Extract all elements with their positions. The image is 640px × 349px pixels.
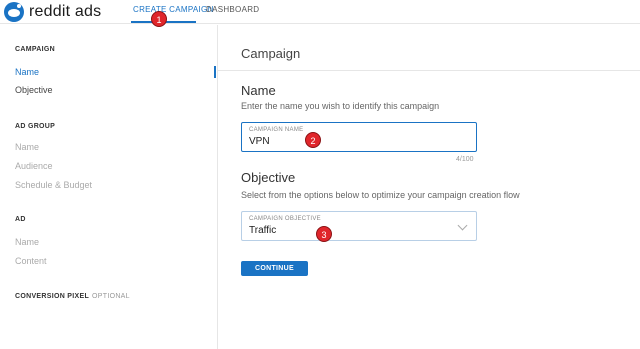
conversion-pixel-label: CONVERSION PIXEL xyxy=(15,293,90,300)
sidebar-item-schedule-budget[interactable]: Schedule & Budget xyxy=(15,180,92,190)
reddit-alien-icon xyxy=(4,2,24,22)
sidebar-item-campaign-name[interactable]: Name xyxy=(15,67,39,77)
sidebar-item-ad-name[interactable]: Name xyxy=(15,237,39,247)
campaign-objective-label: CAMPAIGN OBJECTIVE xyxy=(249,216,321,222)
sidebar-section-campaign: CAMPAIGN xyxy=(15,46,55,53)
annotation-badge-2: 2 xyxy=(305,132,321,148)
objective-heading: Objective xyxy=(241,170,296,185)
sidebar-section-conversion-pixel[interactable]: CONVERSION PIXEL OPTIONAL xyxy=(15,293,130,300)
campaign-objective-select[interactable]: CAMPAIGN OBJECTIVE Traffic xyxy=(241,211,477,241)
tab-create-campaign[interactable]: CREATE CAMPAIGN xyxy=(133,5,214,14)
chevron-down-icon[interactable] xyxy=(457,220,468,231)
campaign-name-value[interactable]: VPN xyxy=(249,136,270,147)
sidebar-section-ad-group: AD GROUP xyxy=(15,123,56,130)
tab-dashboard[interactable]: DASHBOARD xyxy=(206,5,259,14)
continue-button[interactable]: CONTINUE xyxy=(241,261,308,276)
name-heading: Name xyxy=(241,83,276,98)
optional-label: OPTIONAL xyxy=(92,293,130,300)
sidebar-item-content[interactable]: Content xyxy=(15,256,47,266)
sidebar: CAMPAIGN Name Objective AD GROUP Name Au… xyxy=(0,25,218,349)
top-bar: reddit ads CREATE CAMPAIGN DASHBOARD xyxy=(0,0,640,24)
annotation-badge-3: 3 xyxy=(316,226,332,242)
sidebar-active-indicator xyxy=(214,66,216,78)
sidebar-item-adgroup-name[interactable]: Name xyxy=(15,142,39,152)
character-counter: 4/100 xyxy=(456,156,474,163)
title-divider xyxy=(218,70,640,71)
campaign-name-field[interactable]: CAMPAIGN NAME VPN xyxy=(241,122,477,152)
logo-text: reddit ads xyxy=(29,3,102,20)
objective-description: Select from the options below to optimiz… xyxy=(241,190,520,200)
sidebar-item-campaign-objective[interactable]: Objective xyxy=(15,85,53,95)
sidebar-section-ad: AD xyxy=(15,216,26,223)
campaign-name-label: CAMPAIGN NAME xyxy=(249,127,304,133)
reddit-ads-logo[interactable]: reddit ads xyxy=(4,2,101,22)
sidebar-item-audience[interactable]: Audience xyxy=(15,161,53,171)
name-description: Enter the name you wish to identify this… xyxy=(241,101,440,111)
page-title: Campaign xyxy=(241,46,301,61)
campaign-objective-value: Traffic xyxy=(249,225,277,236)
annotation-badge-1: 1 xyxy=(151,11,167,27)
